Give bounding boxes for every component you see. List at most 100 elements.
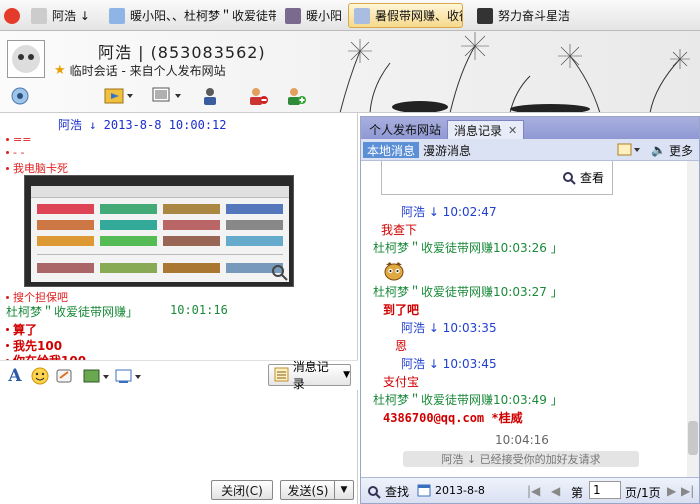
format-toolbar: A 消息记录 ▼ <box>0 360 358 391</box>
history-message: 恩 <box>395 339 408 353</box>
screenshot-image[interactable] <box>24 175 294 287</box>
sender-time: 10:01:16 <box>170 303 228 317</box>
tab-label: 暑假带网赚、收徒 <box>375 9 463 23</box>
close-button[interactable]: 关闭(C) <box>211 480 273 500</box>
history-message: 杜柯梦＂收爱徒带网赚10:03:49 」 <box>373 393 563 407</box>
screen-icon[interactable] <box>150 84 184 108</box>
view-button[interactable]: 查看 <box>562 169 604 186</box>
qq-logo-icon[interactable] <box>4 3 22 28</box>
add-friend-icon[interactable] <box>284 84 308 108</box>
send-button[interactable]: 发送(S) <box>280 480 335 500</box>
history-scrollbar[interactable] <box>687 161 699 477</box>
tab-ahao[interactable]: 阿浩 ↓ <box>26 3 102 28</box>
history-footer: 查找 2013-8-8 |◀ ◀ 第 页/1页 ▶ ▶| <box>361 477 699 503</box>
more-button[interactable]: 🔈 更多 <box>647 142 697 158</box>
history-message: 到了吧 <box>383 303 420 317</box>
send-options-button[interactable]: ▼ <box>334 480 354 500</box>
history-messages[interactable]: 查看 阿浩 ↓ 10:02:47 我查下 杜柯梦＂收爱徒带网赚10:03:26 … <box>361 161 699 477</box>
tab-label: 阿浩 ↓ <box>52 9 90 23</box>
date-label: 2013-8-8 <box>435 483 485 497</box>
calendar-icon <box>417 484 431 497</box>
date-picker[interactable]: 2013-8-8 <box>417 483 485 497</box>
last-page-icon[interactable]: ▶| <box>681 484 694 498</box>
tab-label: 消息记录 <box>454 123 503 138</box>
page-suffix: 页/1页 <box>625 486 661 500</box>
message-line: - - <box>6 146 24 159</box>
next-page-icon[interactable]: ▶ <box>667 484 676 498</box>
tab-local-messages[interactable]: 本地消息 <box>363 142 420 158</box>
speaker-icon: 🔈 <box>651 143 666 157</box>
dandelion-decoration <box>339 32 690 112</box>
history-message: 阿浩 ↓ 10:03:45 <box>401 357 497 371</box>
chat-header: 阿浩 | (853083562) ★ 临时会话 - 来自个人发布网站 <box>0 31 700 113</box>
tab-label: 暖小阳、、杜柯梦＂收爱徒带 <box>130 9 276 23</box>
avatar-icon <box>285 7 301 24</box>
tab-message-history[interactable]: 消息记录 ✕ <box>447 120 525 139</box>
find-button[interactable]: 查找 <box>367 483 409 500</box>
sender-name: 杜柯梦＂收爱徒带网赚」 <box>6 305 139 319</box>
message-header: 阿浩 ↓ 2013-8-8 10:00:12 <box>58 118 227 132</box>
message-line: 算了 <box>6 321 37 338</box>
history-message: 杜柯梦＂收爱徒带网赚10:03:27 」 <box>373 285 563 299</box>
session-label: 临时会话 - 来自个人发布网站 <box>69 64 226 78</box>
tab-label: 暖小阳 <box>306 9 343 23</box>
star-icon: ★ <box>54 63 66 78</box>
image-icon[interactable] <box>83 367 109 385</box>
screenshot-icon[interactable] <box>115 367 141 385</box>
panel-tabs: 个人发布网站 消息记录 ✕ <box>361 117 699 139</box>
message-line: 我电脑卡死 <box>6 160 68 176</box>
tab-label: 努力奋斗星洁 <box>498 9 571 23</box>
history-subtabs: 本地消息 漫游消息 🔈 更多 <box>361 139 699 161</box>
filter-icon[interactable] <box>613 142 645 158</box>
chevron-down-icon: ▼ <box>340 485 348 495</box>
tab-personal-site[interactable]: 个人发布网站 <box>363 120 447 139</box>
search-icon <box>562 171 576 185</box>
message-input[interactable] <box>0 390 358 474</box>
history-timestamp: 10:04:16 <box>495 433 549 447</box>
avatar-icon <box>354 7 370 24</box>
history-label: 消息记录 <box>292 360 329 391</box>
close-icon[interactable]: ✕ <box>508 124 517 137</box>
conversation-tab-bar: 阿浩 ↓ 暖小阳、、杜柯梦＂收爱徒带 暖小阳 暑假带网赚、收徒 努力奋斗星洁 <box>0 0 700 31</box>
history-panel: 个人发布网站 消息记录 ✕ 本地消息 漫游消息 🔈 更多 查看 阿浩 ↓ 10:… <box>360 116 700 504</box>
page-number-input[interactable] <box>589 481 621 499</box>
avatar-icon <box>31 7 47 24</box>
first-page-icon[interactable]: |◀ <box>527 484 540 498</box>
tab-group-chat[interactable]: 暖小阳、、杜柯梦＂收爱徒带 <box>104 3 276 28</box>
send-file-icon[interactable] <box>102 84 136 108</box>
search-icon <box>368 485 381 499</box>
tab-nuanxiaoyang[interactable]: 暖小阳 <box>280 3 346 28</box>
contact-name: 阿浩 | (853083562) <box>98 43 266 62</box>
history-icon <box>274 367 289 382</box>
session-info: ★ 临时会话 - 来自个人发布网站 <box>54 62 226 79</box>
contact-avatar[interactable] <box>7 40 45 78</box>
emoji-icon[interactable] <box>31 367 49 385</box>
find-label: 查找 <box>385 485 410 499</box>
message-history-button[interactable]: 消息记录 ▼ <box>268 360 351 391</box>
message-line: == <box>6 133 31 146</box>
chat-icon <box>109 7 125 24</box>
camera-icon[interactable] <box>8 84 32 108</box>
tab-roaming-messages[interactable]: 漫游消息 <box>419 142 475 158</box>
history-message: 阿浩 ↓ 10:02:47 <box>401 205 497 219</box>
contacts-icon[interactable] <box>198 84 222 108</box>
history-message: 我查下 <box>381 223 418 237</box>
history-message: 杜柯梦＂收爱徒带网赚10:03:26 」 <box>373 241 563 255</box>
message-line: 你在给我100 <box>6 352 86 360</box>
tab-nuli[interactable]: 努力奋斗星洁 <box>472 3 590 28</box>
system-notice: 阿浩 ↓ 已经接受你的加好友请求 <box>403 451 639 467</box>
block-icon[interactable] <box>246 84 270 108</box>
header-toolbar <box>8 84 322 108</box>
history-message: 4386700@qq.com *桂威 <box>383 411 523 425</box>
view-label: 查看 <box>579 171 604 185</box>
tab-shujia-active[interactable]: 暑假带网赚、收徒 <box>348 3 463 28</box>
chat-history[interactable]: 阿浩 ↓ 2013-8-8 10:00:12 == - - 我电脑卡死 搜个担保… <box>0 113 358 360</box>
chevron-down-icon: ▼ <box>343 370 350 380</box>
history-message: 阿浩 ↓ 10:03:35 <box>401 321 497 335</box>
avatar-icon <box>477 7 493 24</box>
font-icon[interactable]: A <box>6 366 24 386</box>
more-label: 更多 <box>668 143 693 158</box>
prev-page-icon[interactable]: ◀ <box>551 484 560 498</box>
zoom-icon[interactable] <box>271 264 289 282</box>
magic-expression-icon[interactable] <box>55 367 73 385</box>
